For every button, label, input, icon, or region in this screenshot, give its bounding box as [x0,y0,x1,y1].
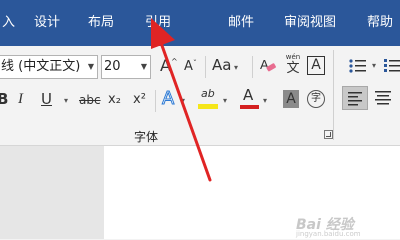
clear-formatting-icon: A [260,57,276,72]
italic-button[interactable]: I [18,92,23,107]
highlight-color-button[interactable]: ab [198,88,220,112]
chevron-down-icon[interactable]: ▾ [223,97,227,105]
enclose-characters-icon: 字 [311,93,321,104]
font-name-combo[interactable]: 线 (中文正文) ▼ [0,55,98,79]
tab-design[interactable]: 设计 [34,15,60,31]
numbering-button[interactable] [383,57,400,78]
ribbon-tab-bar: 入 设计 布局 引用 邮件 审阅 视图 帮助 [0,0,400,46]
underline-button[interactable]: U [41,92,52,107]
chevron-down-icon[interactable]: ▾ [263,97,267,105]
change-case-button[interactable]: Aa ▾ [212,58,238,73]
document-page[interactable] [104,146,400,239]
superscript-button[interactable]: x² [133,93,146,106]
phonetic-guide-pinyin: wén [285,53,301,61]
font-dialog-launcher-icon[interactable] [324,130,333,139]
chevron-down-icon[interactable]: ▾ [64,97,68,105]
font-group-label: 字体 [134,130,159,144]
subscript-icon: x₂ [108,92,121,107]
chevron-down-icon[interactable]: ▼ [141,56,147,78]
align-center-button[interactable] [373,88,393,113]
numbered-list-icon [384,59,400,72]
font-size-combo[interactable]: 20 ▼ [101,55,151,79]
strikethrough-icon: abc [79,93,101,107]
align-left-icon [348,92,362,106]
change-case-icon: Aa [212,56,232,74]
chevron-down-icon[interactable]: ▾ [372,62,376,70]
font-name-value: 线 (中文正文) [1,59,81,74]
tab-partial[interactable]: 入 [2,15,15,31]
tab-view[interactable]: 视图 [310,15,336,31]
clear-formatting-button[interactable]: A [259,56,277,76]
highlight-color-swatch [198,104,218,109]
tab-layout[interactable]: 布局 [88,15,114,31]
grow-font-icon: A [160,56,171,75]
subscript-button[interactable]: x₂ [108,93,121,106]
character-border-icon: A [311,57,321,73]
separator [252,56,253,78]
shrink-font-button[interactable]: Aˇ [184,59,197,74]
baidu-watermark-url: jingyan.baidu.com [296,230,361,238]
shrink-font-icon: A [184,59,193,74]
text-effects-icon: A [161,88,175,109]
italic-icon: I [18,91,23,107]
underline-icon: U [41,90,52,108]
tab-mailings[interactable]: 邮件 [228,15,254,31]
bold-button[interactable]: B [0,92,8,107]
enclose-characters-button[interactable]: 字 [307,90,325,108]
superscript-icon: x² [133,92,146,107]
separator [155,90,156,112]
chevron-down-icon[interactable]: ▼ [88,56,94,78]
group-separator [333,50,334,140]
separator [205,56,206,78]
bullet-list-icon [349,59,366,73]
font-color-swatch [240,105,259,109]
text-effects-button[interactable]: A [161,88,175,109]
tab-help[interactable]: 帮助 [367,15,393,31]
chevron-down-icon[interactable]: ▾ [181,97,185,105]
tab-review[interactable]: 审阅 [284,15,310,31]
highlighter-icon: ab [201,87,215,100]
tab-references[interactable]: 引用 [145,15,171,31]
character-border-button[interactable]: A [307,56,325,75]
character-shading-button[interactable]: A [283,90,299,108]
bullets-button[interactable] [348,57,370,78]
strikethrough-button[interactable]: abc [79,94,101,106]
bold-icon: B [0,90,9,108]
phonetic-guide-char: 文 [286,61,300,76]
grow-font-button[interactable]: A^ [160,58,178,74]
phonetic-guide-button[interactable]: wén 文 [283,53,303,76]
font-color-icon: A [243,86,254,104]
font-size-value: 20 [104,59,121,74]
align-center-icon [375,91,391,105]
font-color-button[interactable]: A [240,88,260,112]
character-shading-icon: A [286,91,296,107]
align-left-button[interactable] [342,86,368,110]
